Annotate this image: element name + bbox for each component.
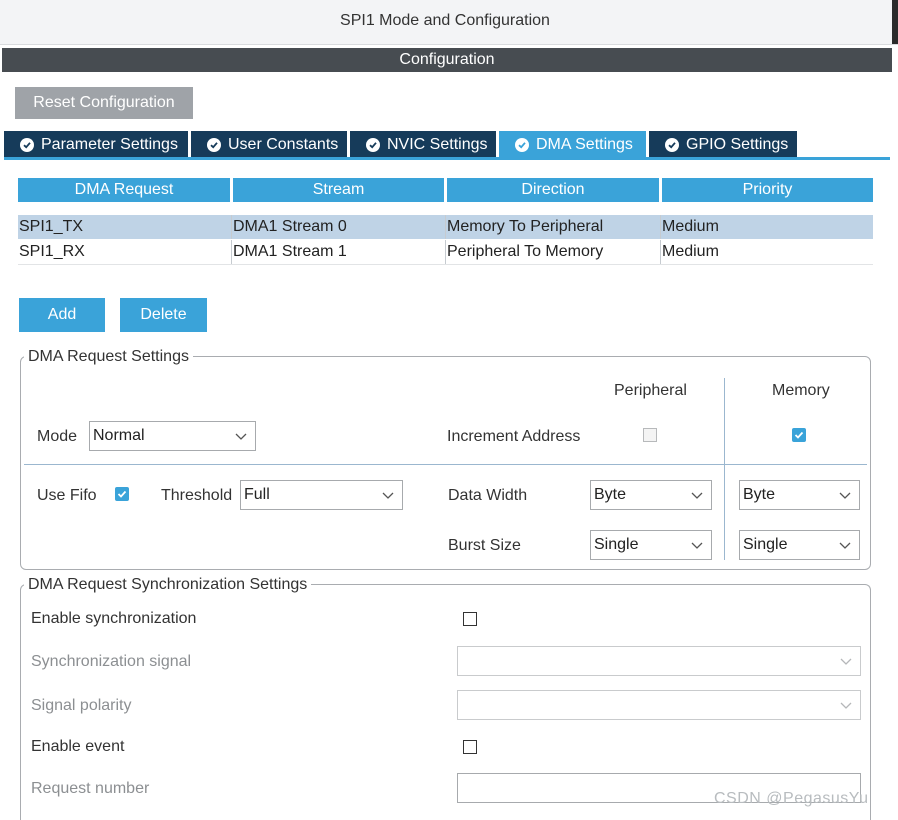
increment-peripheral-checkbox[interactable] <box>643 428 657 442</box>
check-icon <box>117 490 127 498</box>
tab-label: GPIO Settings <box>686 136 789 153</box>
check-circle-icon <box>515 138 529 152</box>
column-header-priority[interactable]: Priority <box>662 178 873 202</box>
cell-stream: DMA1 Stream 0 <box>233 218 347 235</box>
delete-button[interactable]: Delete <box>120 298 207 332</box>
tab-label: DMA Settings <box>536 136 633 153</box>
check-icon <box>794 431 804 439</box>
tab-user-constants[interactable]: User Constants <box>191 131 347 159</box>
data-width-memory-select[interactable]: Byte <box>739 480 860 510</box>
signal-polarity-select[interactable] <box>457 690 861 720</box>
settings-divider <box>24 464 867 465</box>
window-title: SPI1 Mode and Configuration <box>340 12 550 29</box>
cell-priority: Medium <box>662 218 719 235</box>
tab-label: NVIC Settings <box>387 136 488 153</box>
mode-label: Mode <box>37 428 78 445</box>
tab-underline <box>4 157 890 160</box>
configuration-header: Configuration <box>2 48 892 72</box>
data-width-memory-value: Byte <box>743 486 776 503</box>
use-fifo-label: Use Fifo <box>37 487 97 504</box>
chevron-down-icon <box>840 702 852 709</box>
tab-label: User Constants <box>228 136 339 153</box>
enable-synchronization-checkbox[interactable] <box>463 612 477 626</box>
burst-size-label: Burst Size <box>448 537 521 554</box>
chevron-down-icon <box>235 433 247 440</box>
mode-select[interactable]: Normal <box>89 421 256 451</box>
column-header-stream[interactable]: Stream <box>233 178 444 202</box>
cell-priority: Medium <box>662 243 719 260</box>
table-row[interactable]: SPI1_RX DMA1 Stream 1 Peripheral To Memo… <box>18 240 873 265</box>
reset-configuration-button[interactable]: Reset Configuration <box>15 87 193 119</box>
chevron-down-icon <box>839 492 851 499</box>
column-divider <box>724 378 725 560</box>
request-number-label: Request number <box>31 780 150 797</box>
mode-value: Normal <box>93 427 145 444</box>
chevron-down-icon <box>691 542 703 549</box>
enable-synchronization-label: Enable synchronization <box>31 610 197 627</box>
threshold-select[interactable]: Full <box>240 480 403 510</box>
watermark: CSDN @PegasusYu <box>714 790 869 807</box>
column-header-direction[interactable]: Direction <box>447 178 659 202</box>
signal-polarity-label: Signal polarity <box>31 697 132 714</box>
cell-request: SPI1_RX <box>19 243 85 260</box>
tab-nvic-settings[interactable]: NVIC Settings <box>350 131 496 159</box>
cell-direction: Memory To Peripheral <box>447 218 604 235</box>
chevron-down-icon <box>382 492 394 499</box>
chevron-down-icon <box>839 542 851 549</box>
chevron-down-icon <box>691 492 703 499</box>
dma-sync-settings-legend: DMA Request Synchronization Settings <box>24 576 312 594</box>
tab-parameter-settings[interactable]: Parameter Settings <box>4 131 188 159</box>
check-circle-icon <box>207 138 221 152</box>
window-edge <box>892 0 898 44</box>
enable-event-checkbox[interactable] <box>463 740 477 754</box>
cell-direction: Peripheral To Memory <box>447 243 604 260</box>
burst-size-peripheral-select[interactable]: Single <box>590 530 712 560</box>
data-width-peripheral-select[interactable]: Byte <box>590 480 712 510</box>
dma-request-settings-legend: DMA Request Settings <box>24 348 193 366</box>
synchronization-signal-select[interactable] <box>457 646 861 676</box>
tab-gpio-settings[interactable]: GPIO Settings <box>649 131 797 159</box>
check-circle-icon <box>20 138 34 152</box>
table-row[interactable]: SPI1_TX DMA1 Stream 0 Memory To Peripher… <box>18 215 873 239</box>
peripheral-column-header: Peripheral <box>614 382 687 399</box>
threshold-label: Threshold <box>161 487 233 504</box>
data-width-peripheral-value: Byte <box>594 486 627 503</box>
synchronization-signal-label: Synchronization signal <box>31 653 192 670</box>
threshold-value: Full <box>244 486 270 503</box>
tab-label: Parameter Settings <box>41 136 178 153</box>
add-button[interactable]: Add <box>19 298 105 332</box>
cell-request: SPI1_TX <box>19 218 84 235</box>
chevron-down-icon <box>840 658 852 665</box>
column-header-dma-request[interactable]: DMA Request <box>18 178 230 202</box>
check-circle-icon <box>665 138 679 152</box>
cell-stream: DMA1 Stream 1 <box>233 243 347 260</box>
use-fifo-checkbox[interactable] <box>115 487 129 501</box>
data-width-label: Data Width <box>448 487 528 504</box>
burst-size-memory-value: Single <box>743 536 788 553</box>
memory-column-header: Memory <box>772 382 830 399</box>
enable-event-label: Enable event <box>31 738 125 755</box>
increment-memory-checkbox[interactable] <box>792 428 806 442</box>
increment-address-label: Increment Address <box>447 428 581 445</box>
check-circle-icon <box>366 138 380 152</box>
tab-dma-settings[interactable]: DMA Settings <box>499 131 646 159</box>
burst-size-peripheral-value: Single <box>594 536 639 553</box>
burst-size-memory-select[interactable]: Single <box>739 530 860 560</box>
